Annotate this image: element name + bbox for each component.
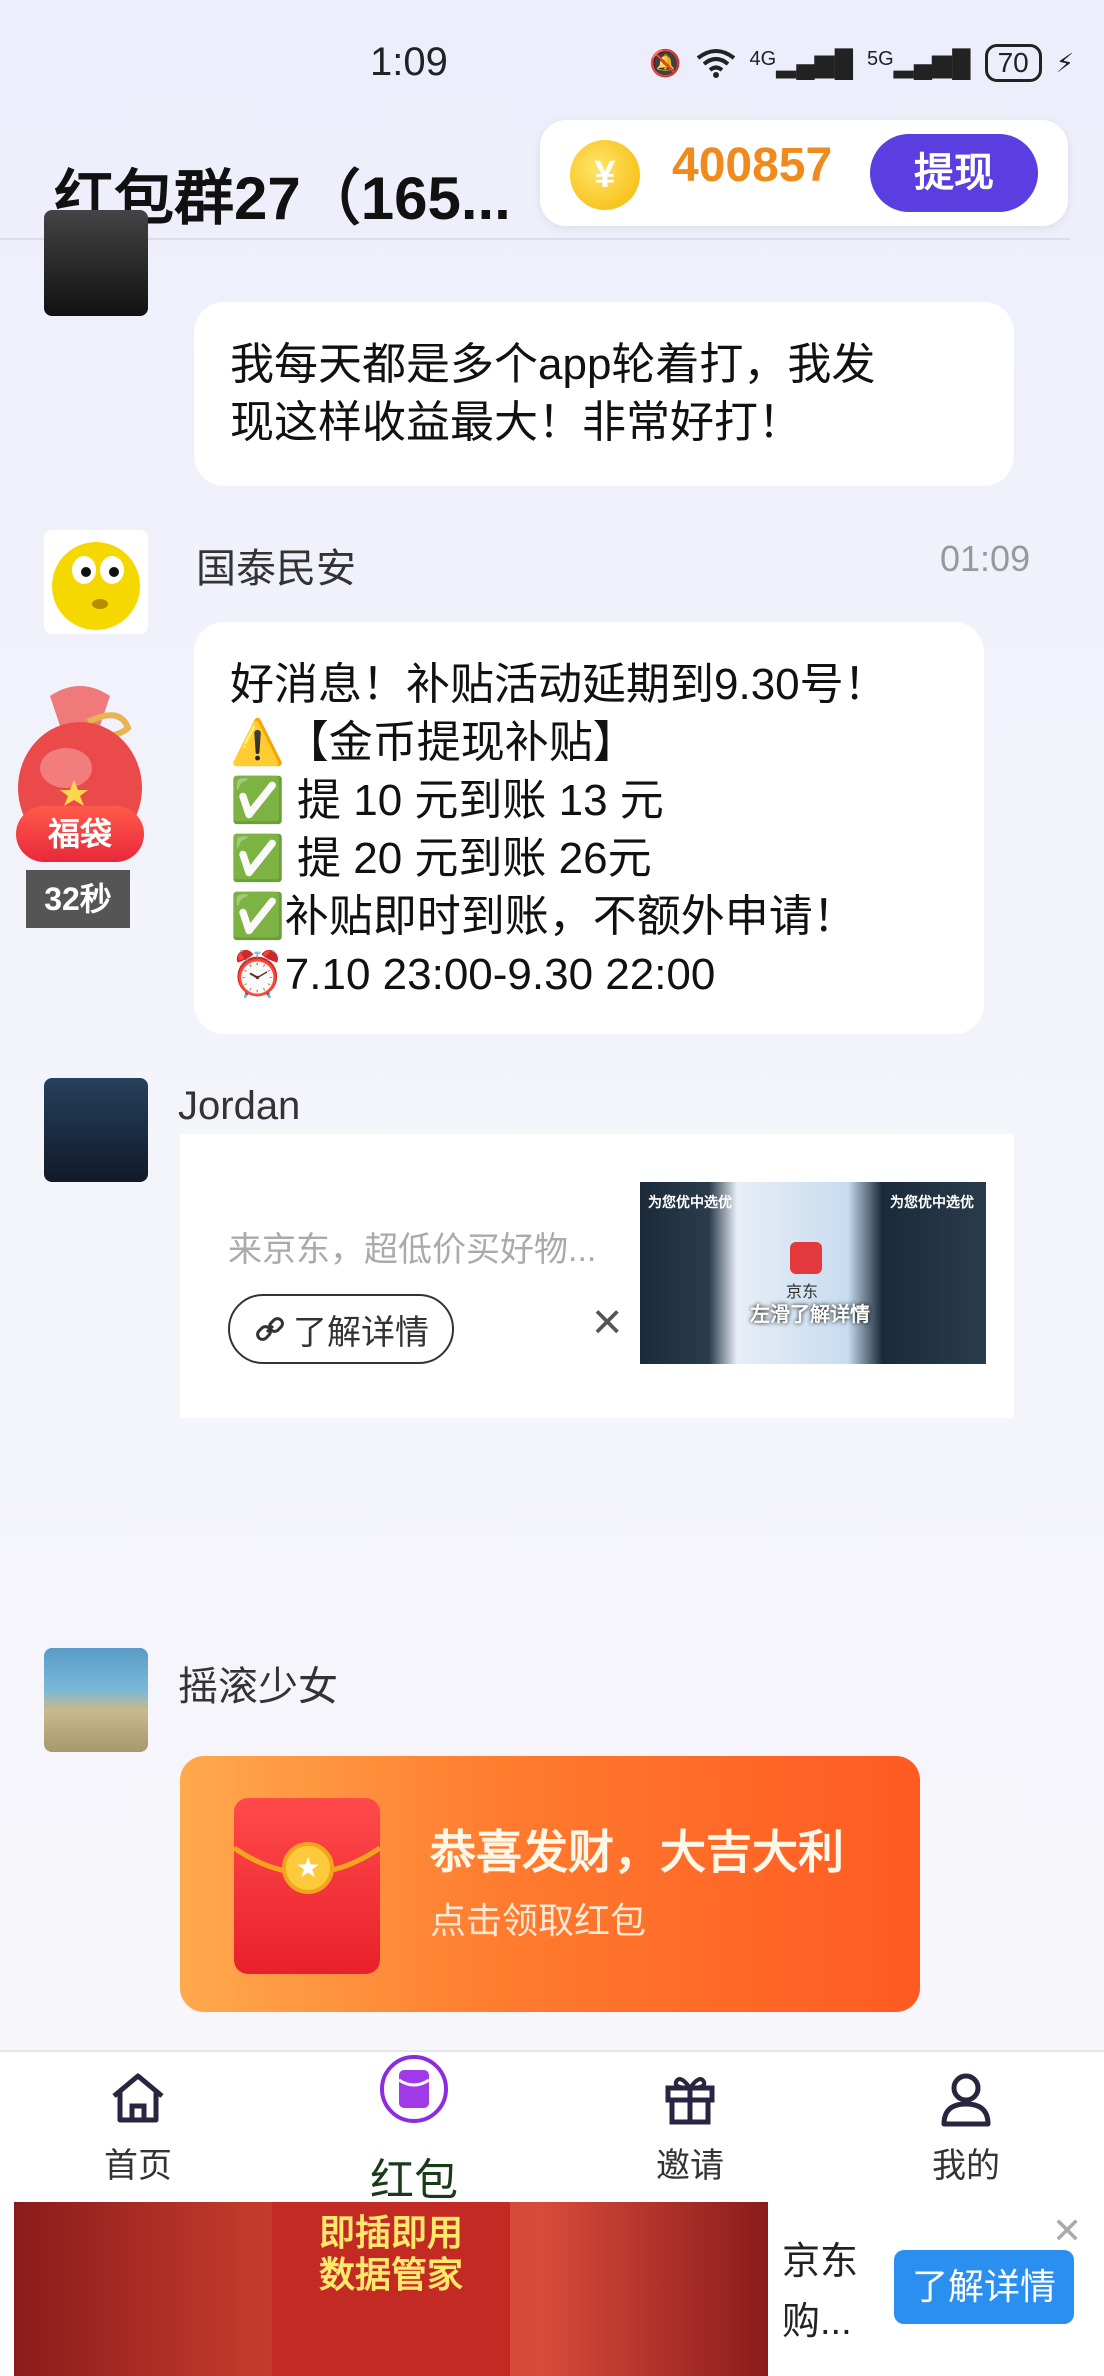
red-envelope-icon: ★ — [234, 1798, 380, 1974]
avatar[interactable] — [44, 1078, 148, 1182]
bottom-banner-ad[interactable]: 即插即用 数据管家 京东 购... 了解详情 ✕ — [0, 2202, 1104, 2376]
avatar[interactable] — [44, 1648, 148, 1752]
ad-card[interactable]: 来京东，超低价买好物... 了解详情 × 为您优中选优 为您优中选优 京东 左滑… — [180, 1134, 1014, 1418]
banner-ad-promo-text: 即插即用 数据管家 — [318, 2212, 463, 2295]
link-icon — [256, 1317, 284, 1341]
signal-4g-icon: 4G▂▄▆█ — [749, 47, 854, 78]
mute-icon: 🔕 — [649, 47, 682, 78]
sender-name: 国泰民安 — [196, 547, 356, 591]
profile-icon — [941, 2073, 991, 2127]
avatar[interactable] — [44, 530, 148, 634]
nav-red-packet[interactable]: 红包 — [276, 2052, 552, 2205]
banner-ad-title: 京东 购... — [782, 2241, 859, 2343]
banner-ad-button[interactable]: 了解详情 — [894, 2250, 1074, 2324]
message-text: ⏰7.10 23:00-9.30 22:00 — [230, 950, 716, 999]
withdraw-button[interactable]: 提现 — [870, 134, 1038, 212]
ad-close-icon[interactable]: × — [592, 1292, 622, 1352]
sender-name: 摇滚少女 — [178, 1665, 338, 1709]
lucky-bag[interactable]: 福袋 32秒 — [10, 676, 150, 936]
home-icon — [112, 2073, 164, 2123]
banner-ad-promo: 即插即用 数据管家 — [272, 2202, 510, 2376]
status-time: 1:09 — [370, 40, 448, 84]
coin-icon: ¥ — [570, 140, 640, 210]
emoji-face-icon — [52, 542, 140, 630]
ad-button-label: 了解详情 — [293, 1313, 429, 1352]
nav-label: 首页 — [104, 2147, 172, 2185]
nav-invite[interactable]: 邀请 — [552, 2052, 828, 2204]
bottom-nav: 首页 红包 邀请 我的 — [0, 2050, 1104, 2205]
message-text: 现这样收益最大！非常好打！ — [230, 398, 802, 447]
avatar[interactable] — [44, 210, 148, 316]
battery-icon: 70 — [984, 44, 1042, 82]
message-text: ✅ 提 10 元到账 13 元 — [230, 776, 664, 825]
ad-subtitle: 来京东，超低价买好物... — [228, 1231, 597, 1269]
lucky-bag-timer: 32秒 — [26, 870, 130, 928]
nav-label: 红包 — [370, 2156, 458, 2205]
banner-close-icon[interactable]: ✕ — [1052, 2210, 1082, 2252]
ad-image-caption: 左滑了解详情 — [750, 1304, 870, 1326]
nav-home[interactable]: 首页 — [0, 2052, 276, 2204]
red-packet-icon — [380, 2055, 448, 2123]
ad-image[interactable]: 为您优中选优 为您优中选优 京东 左滑了解详情 — [640, 1182, 986, 1364]
message-text: 好消息！补贴活动延期到9.30号！ — [230, 660, 888, 709]
ad-promo-left: 为您优中选优 — [648, 1194, 732, 1210]
message-bubble[interactable]: 我每天都是多个app轮着打，我发 现这样收益最大！非常好打！ — [194, 302, 1014, 486]
jd-logo-icon — [790, 1242, 822, 1274]
ad-promo-right: 为您优中选优 — [890, 1194, 974, 1210]
message-text: 我每天都是多个app轮着打，我发 — [230, 340, 876, 389]
nav-label: 邀请 — [656, 2147, 724, 2185]
nav-profile[interactable]: 我的 — [828, 2052, 1104, 2204]
message-time: 01:09 — [940, 538, 1031, 579]
message-text: ✅ 提 20 元到账 26元 — [230, 834, 652, 883]
red-packet-title: 恭喜发财，大吉大利 — [430, 1826, 844, 1878]
gift-icon — [665, 2077, 715, 2125]
charging-icon: ⚡ — [1055, 47, 1074, 78]
coin-amount: 400857 — [672, 139, 833, 192]
message-bubble[interactable]: 好消息！补贴活动延期到9.30号！ ⚠️【金币提现补贴】 ✅ 提 10 元到账 … — [194, 622, 984, 1034]
nav-label: 我的 — [932, 2147, 1000, 2185]
banner-ad-image[interactable]: 即插即用 数据管家 — [14, 2202, 768, 2376]
coin-balance-card: ¥ 400857 提现 — [540, 120, 1068, 226]
lucky-bag-label: 福袋 — [16, 806, 144, 862]
red-packet-card[interactable]: ★ 恭喜发财，大吉大利 点击领取红包 — [180, 1756, 920, 2012]
ad-learn-more-button[interactable]: 了解详情 — [228, 1294, 454, 1364]
message-text: ⚠️【金币提现补贴】 — [230, 718, 637, 767]
header-divider — [0, 238, 1070, 240]
signal-5g-icon: 5G▂▄▆█ — [867, 47, 971, 78]
message-text: ✅补贴即时到账，不额外申请！ — [230, 892, 857, 941]
red-packet-subtitle: 点击领取红包 — [430, 1900, 647, 1941]
wifi-icon — [696, 49, 735, 78]
sender-name: Jordan — [178, 1084, 301, 1128]
red-packet-seal: ★ — [282, 1842, 334, 1894]
status-icons: 🔕 4G▂▄▆█ 5G▂▄▆█ 70 ⚡ — [649, 44, 1074, 82]
